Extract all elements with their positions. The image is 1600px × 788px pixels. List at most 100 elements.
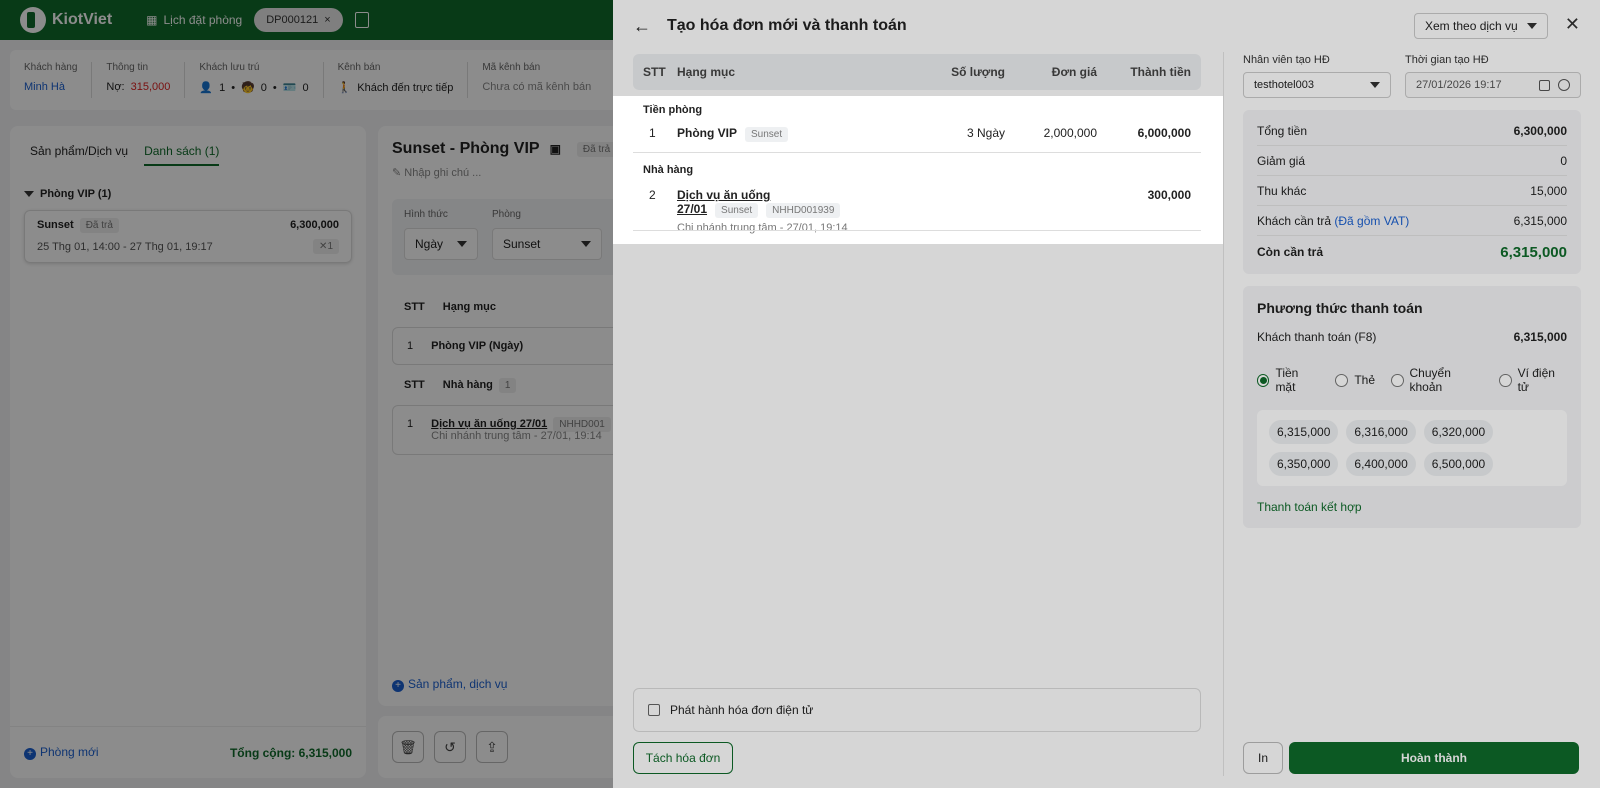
staff-value: testhotel003 xyxy=(1254,79,1314,91)
row-total: 300,000 xyxy=(1147,188,1191,202)
radio[interactable] xyxy=(1391,373,1404,387)
summary-other-row[interactable]: Thu khác 15,000 xyxy=(1257,176,1567,206)
row-qty: 3 Ngày xyxy=(966,126,1005,140)
print-button[interactable]: In xyxy=(1243,742,1283,774)
summary-remain-row: Còn cần trả 6,315,000 xyxy=(1257,236,1567,268)
summary-total-label: Tổng tiền xyxy=(1257,123,1308,138)
header-total: Thành tiền xyxy=(1130,65,1191,79)
customer-pay-label: Khách thanh toán (F8) xyxy=(1257,330,1377,344)
payment-method-section: Phương thức thanh toán Khách thanh toán … xyxy=(1243,286,1581,528)
summary-discount-label: Giảm giá xyxy=(1257,153,1306,168)
view-mode-value: Xem theo dịch vụ xyxy=(1425,19,1518,33)
time-field: Thời gian tạo HĐ 27/01/2026 19:17 xyxy=(1405,54,1581,98)
row-stt: 1 xyxy=(649,126,656,140)
row-item-cell: Dịch vụ ăn uống 27/01 Sunset NHHD001939 Ch… xyxy=(677,188,915,234)
row-item-line: Dịch vụ ăn uống 27/01 Sunset NHHD001939 xyxy=(677,188,841,218)
staff-label: Nhân viên tạo HĐ xyxy=(1243,54,1330,66)
method-transfer[interactable]: Chuyển khoản xyxy=(1391,366,1483,394)
back-arrow-icon[interactable]: ← xyxy=(633,16,657,37)
summary-remain-label: Còn cần trả xyxy=(1257,245,1324,259)
chevron-down-icon xyxy=(1527,23,1537,29)
customer-pay-row[interactable]: Khách thanh toán (F8) 6,315,000 xyxy=(1257,330,1567,344)
einvoice-label: Phát hành hóa đơn điện tử xyxy=(670,703,814,717)
summary-pay-label-wrap: Khách cần trả (Đã gồm VAT) xyxy=(1257,214,1409,228)
header-price: Đơn giá xyxy=(1051,65,1097,79)
summary-pay-value: 6,315,000 xyxy=(1513,213,1567,228)
method-cash-label: Tiền mặt xyxy=(1275,366,1299,394)
header-stt: STT xyxy=(643,65,666,79)
quick-amount-chip[interactable]: 6,316,000 xyxy=(1346,420,1416,444)
header-qty: Số lượng xyxy=(951,65,1005,79)
method-transfer-label: Chuyển khoản xyxy=(1409,366,1451,394)
room-tag: Sunset xyxy=(745,127,789,142)
time-icons xyxy=(1539,79,1570,91)
row-item-cell: Phòng VIP Sunset xyxy=(677,126,915,142)
quick-amounts: 6,315,000 6,316,000 6,320,000 6,350,000 … xyxy=(1257,410,1567,486)
quick-amount-chip[interactable]: 6,315,000 xyxy=(1269,420,1339,444)
staff-select[interactable]: testhotel003 xyxy=(1243,72,1391,98)
time-input[interactable]: 27/01/2026 19:17 xyxy=(1405,72,1581,98)
table-row[interactable]: 1 Phòng VIP Sunset 3 Ngày 2,000,000 6,000… xyxy=(633,126,1201,142)
summary-total-row: Tổng tiền 6,300,000 xyxy=(1257,116,1567,146)
row-price-empty xyxy=(1005,188,1097,234)
invoice-meta-fields: Nhân viên tạo HĐ testhotel003 Thời gian … xyxy=(1243,54,1581,98)
quick-amount-chip[interactable]: 6,500,000 xyxy=(1423,452,1494,476)
row-stt: 2 xyxy=(649,188,656,202)
clock-icon[interactable] xyxy=(1558,79,1570,91)
quick-amount-chip[interactable]: 6,400,000 xyxy=(1346,452,1416,476)
column-divider xyxy=(1223,52,1224,776)
summary-pay-label: Khách cần trả xyxy=(1257,213,1332,228)
summary-other-value[interactable]: 15,000 xyxy=(1530,184,1567,198)
method-ewallet[interactable]: Ví điện tử xyxy=(1499,366,1567,394)
row-total: 6,000,000 xyxy=(1137,126,1191,140)
view-mode-select[interactable]: Xem theo dịch vụ xyxy=(1414,13,1548,39)
radio[interactable] xyxy=(1335,373,1349,387)
summary-discount-value[interactable]: 0 xyxy=(1560,154,1567,168)
payment-summary: Tổng tiền 6,300,000 Giảm giá 0 Thu khác … xyxy=(1243,110,1581,274)
section-room-charges: Tiền phòng xyxy=(643,104,703,116)
method-ewallet-label: Ví điện tử xyxy=(1517,366,1555,394)
complete-button[interactable]: Hoàn thành xyxy=(1289,742,1579,774)
radio[interactable] xyxy=(1499,373,1512,387)
close-icon[interactable]: ✕ xyxy=(1565,14,1580,35)
row-item-name: Phòng VIP xyxy=(677,126,737,140)
method-card-label: Thẻ xyxy=(1354,373,1376,387)
summary-pay-row: Khách cần trả (Đã gồm VAT) 6,315,000 xyxy=(1257,206,1567,236)
header-item: Hạng mục xyxy=(677,65,736,79)
table-row[interactable]: 2 Dịch vụ ăn uống 27/01 Sunset NHHD001939 … xyxy=(633,188,1201,234)
method-cash[interactable]: Tiền mặt xyxy=(1257,366,1319,394)
summary-remain-value: 6,315,000 xyxy=(1500,243,1567,261)
einvoice-option[interactable]: Phát hành hóa đơn điện tử xyxy=(633,688,1201,732)
combined-payment-link[interactable]: Thanh toán kết hợp xyxy=(1257,500,1567,514)
quick-amount-chip[interactable]: 6,320,000 xyxy=(1423,420,1494,444)
room-tag: Sunset xyxy=(715,203,759,218)
chevron-down-icon xyxy=(1370,82,1380,88)
payment-method-radios: Tiền mặt Thẻ Chuyển khoản Ví điện tử xyxy=(1257,366,1567,394)
time-value: 27/01/2026 19:17 xyxy=(1416,79,1502,91)
row-item-sub: Chi nhánh trung tâm - 27/01, 19:14 xyxy=(677,222,848,234)
method-card[interactable]: Thẻ xyxy=(1335,366,1375,394)
split-invoice-button[interactable]: Tách hóa đơn xyxy=(633,742,733,774)
time-label: Thời gian tạo HĐ xyxy=(1405,54,1489,66)
row-qty-empty xyxy=(915,188,1005,234)
payment-column: Nhân viên tạo HĐ testhotel003 Thời gian … xyxy=(1243,54,1581,528)
summary-total-value: 6,300,000 xyxy=(1513,123,1567,138)
calendar-icon[interactable] xyxy=(1539,79,1550,91)
order-code-tag: NHHD001939 xyxy=(766,203,841,218)
row-divider xyxy=(633,230,1201,231)
summary-discount-row[interactable]: Giảm giá 0 xyxy=(1257,146,1567,176)
modal-title: Tạo hóa đơn mới và thanh toán xyxy=(667,17,907,34)
quick-amount-chip[interactable]: 6,350,000 xyxy=(1269,452,1339,476)
payment-method-title: Phương thức thanh toán xyxy=(1257,300,1423,316)
customer-pay-input[interactable]: 6,315,000 xyxy=(1514,330,1567,344)
invoice-table-body: Tiền phòng 1 Phòng VIP Sunset 3 Ngày 2,00… xyxy=(613,96,1223,244)
einvoice-checkbox[interactable] xyxy=(648,704,660,716)
summary-other-label: Thu khác xyxy=(1257,183,1307,198)
invoice-table: STT Hạng mục Số lượng Đơn giá Thành tiền xyxy=(633,54,1201,90)
staff-field: Nhân viên tạo HĐ testhotel003 xyxy=(1243,54,1391,98)
vat-link[interactable]: (Đã gồm VAT) xyxy=(1334,214,1409,228)
section-restaurant: Nhà hàng xyxy=(643,164,694,176)
radio-selected[interactable] xyxy=(1257,373,1270,387)
row-price: 2,000,000 xyxy=(1043,126,1097,140)
row-divider xyxy=(633,152,1201,153)
